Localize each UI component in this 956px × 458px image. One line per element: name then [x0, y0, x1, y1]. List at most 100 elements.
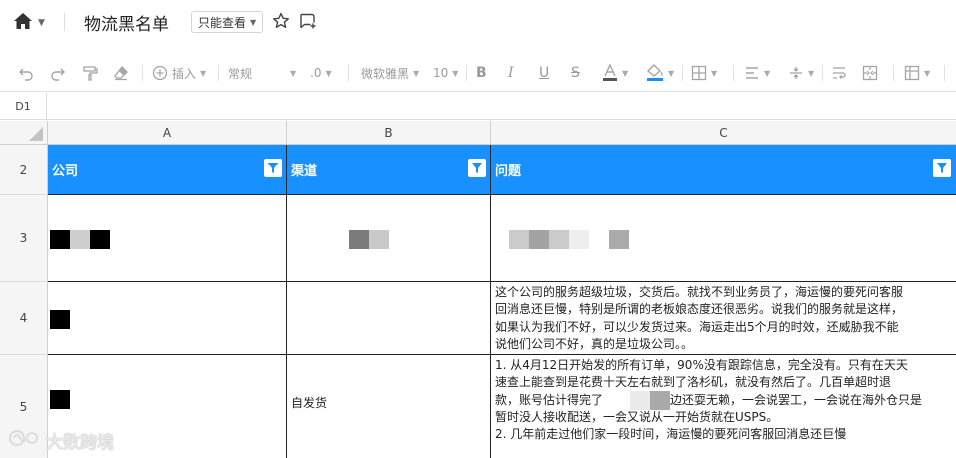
watermark-logo-icon — [8, 428, 42, 453]
undo-icon[interactable] — [18, 63, 34, 83]
cell-c4-text: 这个公司的服务超级垃圾，交货后。就找不到业务员了，海运慢的要死问客服 回消息还巨… — [495, 284, 953, 353]
redo-icon[interactable] — [50, 63, 66, 83]
toolbar-separator — [466, 65, 467, 81]
font-color-button[interactable]: ▼ — [602, 63, 628, 83]
column-header-b[interactable]: B — [287, 121, 491, 144]
vertical-align-button[interactable]: ▼ — [788, 63, 814, 83]
row-header-3[interactable]: 3 — [0, 195, 48, 282]
font-color-icon — [602, 64, 618, 82]
align-middle-icon — [788, 65, 804, 81]
row-header-4[interactable]: 4 — [0, 282, 48, 355]
toolbar-separator — [682, 65, 683, 81]
filter-icon[interactable] — [468, 159, 486, 177]
view-mode-button[interactable]: 只能查看 ▼ — [191, 11, 264, 33]
title-divider — [64, 13, 65, 31]
borders-icon — [691, 65, 707, 81]
decimal-label: .0 — [310, 66, 322, 80]
text-line: 款，账号估计得完了 边还耍无赖，一会说罢工，一会说在海外仓只是 — [495, 390, 953, 410]
text-line: 速查上能查到是花费十天左右就到了洛杉矶，就没有然后了。几百单超时退 — [495, 375, 892, 390]
text-fragment: 款，账号估计得完了 — [495, 392, 604, 407]
font-family-select[interactable]: 微软雅黑 ▼ — [361, 63, 419, 83]
cell-c5[interactable]: 1. 从4月12日开始发的所有订单，90%没有跟踪信息，完全没有。只有在天天 速… — [491, 355, 956, 458]
toolbar-separator — [733, 65, 734, 81]
insert-button[interactable]: 插入 ▼ — [152, 63, 206, 83]
cell-c3[interactable] — [491, 195, 956, 282]
redacted-block — [50, 390, 70, 409]
filter-icon[interactable] — [264, 159, 282, 177]
formatting-toolbar: 插入 ▼ 常规 ▼ .0 ▼ 微软雅黑 ▼ 10 ▼ B I U S ▼ ▼ ▼… — [0, 54, 956, 92]
redacted-block — [349, 230, 369, 249]
chevron-down-icon: ▼ — [622, 68, 629, 78]
row-header-2[interactable]: 2 — [0, 145, 48, 195]
font-size-select[interactable]: 10 ▼ — [433, 63, 458, 83]
cell-a4[interactable] — [48, 282, 287, 355]
cell-c4[interactable]: 这个公司的服务超级垃圾，交货后。就找不到业务员了，海运慢的要死问客服 回消息还巨… — [491, 282, 956, 355]
bold-icon[interactable]: B — [476, 63, 487, 83]
number-format-select[interactable]: 常规 ▼ — [228, 63, 296, 83]
text-line: 说他们公司不好，真的是垃圾公司。。 — [495, 336, 694, 351]
chevron-down-icon: ▼ — [764, 68, 771, 78]
chevron-down-icon: ▼ — [38, 18, 45, 28]
toolbar-separator — [142, 65, 143, 81]
borders-button[interactable]: ▼ — [691, 63, 717, 83]
toolbar-separator — [893, 65, 894, 81]
redacted-block — [650, 390, 670, 410]
chevron-down-icon: ▼ — [325, 68, 332, 78]
italic-icon[interactable]: I — [508, 63, 514, 83]
font-size-label: 10 — [433, 66, 449, 80]
header-cell-company[interactable]: 公司 — [48, 145, 287, 195]
chevron-down-icon: ▼ — [290, 68, 297, 78]
text-line: 2. 几年前走过他们家一段时间，海运慢的要死问客服回消息还巨慢 — [495, 427, 847, 442]
redacted-block — [549, 230, 569, 249]
freeze-panes-icon — [904, 65, 920, 81]
toolbar-separator — [822, 65, 823, 81]
column-header-a[interactable]: A — [48, 121, 287, 144]
cell-b5-text: 自发货 — [291, 396, 328, 410]
underline-icon[interactable]: U — [539, 63, 549, 83]
header-label-issue: 问题 — [495, 164, 522, 179]
redacted-block — [369, 230, 389, 249]
cell-c5-text: 1. 从4月12日开始发的所有订单，90%没有跟踪信息，完全没有。只有在天天 速… — [495, 357, 953, 443]
home-button[interactable]: ▼ — [13, 12, 53, 34]
wrap-text-icon[interactable] — [831, 63, 847, 83]
cell-a3[interactable] — [48, 195, 287, 282]
home-icon — [13, 12, 33, 34]
redacted-block — [90, 230, 110, 249]
header-cell-issue[interactable]: 问题 — [491, 145, 956, 195]
view-mode-label: 只能查看 — [198, 15, 247, 30]
comment-icon[interactable] — [299, 12, 317, 30]
star-icon[interactable] — [272, 12, 290, 30]
fill-color-icon — [646, 64, 664, 82]
select-all-corner[interactable] — [0, 121, 48, 144]
redacted-block — [509, 230, 529, 249]
chevron-down-icon: ▼ — [924, 68, 931, 78]
redacted-block — [50, 310, 70, 329]
fill-color-button[interactable]: ▼ — [646, 63, 674, 83]
filter-icon[interactable] — [933, 159, 951, 177]
format-painter-icon[interactable] — [82, 63, 98, 83]
document-title[interactable]: 物流黑名单 — [84, 10, 169, 35]
text-line: 回消息还巨慢，特别是所谓的老板娘态度还很恶劣。说我们的服务就是这样， — [495, 302, 904, 317]
align-left-icon — [744, 65, 760, 81]
strikethrough-icon[interactable]: S — [571, 63, 580, 83]
cell-b4[interactable] — [287, 282, 491, 355]
text-fragment: 边还耍无赖，一会说罢工，一会说在海外仓只是 — [670, 392, 923, 407]
cell-b5[interactable]: 自发货 — [287, 355, 491, 458]
header-cell-channel[interactable]: 渠道 — [287, 145, 491, 195]
horizontal-align-button[interactable]: ▼ — [744, 63, 770, 83]
merge-cells-icon[interactable] — [862, 63, 878, 83]
column-header-c[interactable]: C — [491, 121, 956, 144]
chevron-down-icon: ▼ — [668, 68, 675, 78]
cell-b3[interactable] — [287, 195, 491, 282]
chevron-down-icon: ▼ — [452, 68, 459, 78]
chevron-down-icon: ▼ — [413, 68, 420, 78]
cell-reference-box[interactable]: D1 — [0, 93, 47, 119]
text-line: 如果认为我们不好，可以少发货过来。海运走出5个月的时效，还威胁我不能 — [495, 319, 899, 334]
text-line: 暂时没人接收配送，一会又说从一开始货就在USPS。 — [495, 409, 779, 424]
decimal-select[interactable]: .0 ▼ — [310, 63, 332, 83]
clear-format-icon[interactable] — [113, 63, 129, 83]
header-label-channel: 渠道 — [291, 164, 318, 179]
freeze-button[interactable]: ▼ — [904, 63, 930, 83]
redacted-block — [50, 230, 70, 249]
watermark: 大数跨境 — [8, 428, 114, 453]
